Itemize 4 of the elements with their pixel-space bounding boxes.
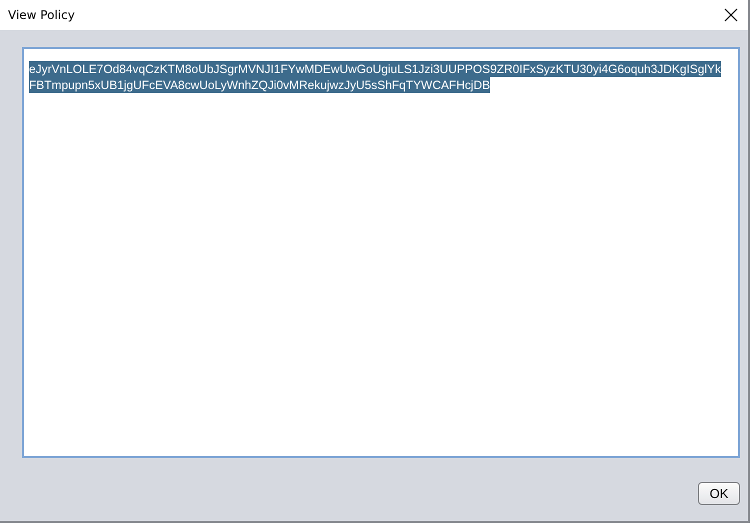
close-icon[interactable] (724, 8, 738, 22)
window-title: View Policy (8, 8, 75, 22)
policy-text-area[interactable]: eJyrVnLOLE7Od84vqCzKTM8oUbJSgrMVNJI1FYwMDEwUwGoUgiuLS1Jzi3UUPPOS9ZR0IFxSyzKTU30yi4G6oquh3JDKgISglYk FBTmpupn5xUB1jgUFcEVA8cwUoLyWnhZQJi0vMRekujwzJyU5sShFqTYWCAFHcjDB (22, 47, 740, 458)
ok-button[interactable]: OK (698, 482, 740, 505)
